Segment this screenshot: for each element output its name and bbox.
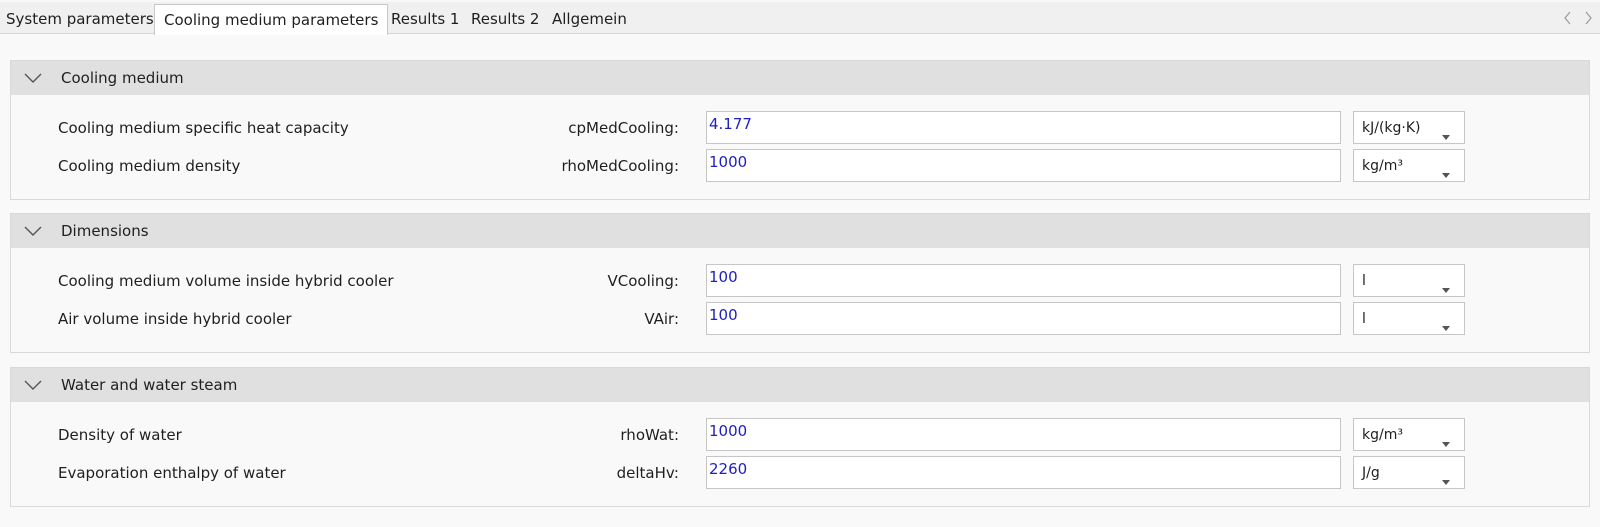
unit-dropdown[interactable]: kg/m³	[1353, 149, 1465, 182]
unit-dropdown[interactable]: kg/m³	[1353, 418, 1465, 451]
param-variable-name: cpMedCooling:	[568, 119, 679, 137]
group-header-water-and-water-steam[interactable]: Water and water steam	[11, 368, 1589, 402]
unit-value: kJ/(kg·K)	[1362, 120, 1421, 136]
unit-value: J/g	[1362, 465, 1380, 481]
chevron-right-icon[interactable]	[1582, 11, 1594, 25]
group-title: Cooling medium	[61, 69, 184, 87]
unit-dropdown[interactable]: l	[1353, 302, 1465, 335]
group-header-dimensions[interactable]: Dimensions	[11, 214, 1589, 248]
tab-cooling-medium-parameters[interactable]: Cooling medium parameters	[154, 4, 389, 35]
param-row-VAir: Air volume inside hybrid cooler VAir: l	[11, 302, 1589, 336]
param-label: Cooling medium volume inside hybrid cool…	[58, 272, 394, 290]
rhoWat-input[interactable]	[706, 418, 1341, 451]
group-title: Water and water steam	[61, 376, 238, 394]
unit-value: kg/m³	[1362, 158, 1403, 174]
unit-dropdown[interactable]: l	[1353, 264, 1465, 297]
param-label: Air volume inside hybrid cooler	[58, 310, 292, 328]
param-variable-name: rhoWat:	[620, 426, 679, 444]
dropdown-arrow-icon	[1442, 279, 1450, 293]
param-label: Evaporation enthalpy of water	[58, 464, 286, 482]
param-label: Density of water	[58, 426, 182, 444]
tab-results-1[interactable]: Results 1	[391, 5, 459, 33]
chevron-down-icon[interactable]	[23, 70, 43, 86]
rhoMedCooling-input[interactable]	[706, 149, 1341, 182]
group-cooling-medium: Cooling medium Cooling medium specific h…	[10, 60, 1590, 200]
param-variable-name: VCooling:	[607, 272, 679, 290]
param-row-VCooling: Cooling medium volume inside hybrid cool…	[11, 264, 1589, 298]
group-water-and-water-steam: Water and water steam Density of water r…	[10, 367, 1590, 507]
unit-value: l	[1362, 311, 1366, 327]
unit-value: kg/m³	[1362, 427, 1403, 443]
param-row-rhoWat: Density of water rhoWat: kg/m³	[11, 418, 1589, 452]
chevron-down-icon[interactable]	[23, 377, 43, 393]
param-variable-name: rhoMedCooling:	[561, 157, 679, 175]
cpMedCooling-input[interactable]	[706, 111, 1341, 144]
dropdown-arrow-icon	[1442, 164, 1450, 178]
param-label: Cooling medium density	[58, 157, 241, 175]
group-title: Dimensions	[61, 222, 149, 240]
unit-value: l	[1362, 273, 1366, 289]
unit-dropdown[interactable]: J/g	[1353, 456, 1465, 489]
unit-dropdown[interactable]: kJ/(kg·K)	[1353, 111, 1465, 144]
deltaHv-input[interactable]	[706, 456, 1341, 489]
tab-system-parameters[interactable]: System parameters	[6, 5, 154, 33]
param-variable-name: VAir:	[644, 310, 679, 328]
group-dimensions: Dimensions Cooling medium volume inside …	[10, 213, 1590, 353]
param-row-deltaHv: Evaporation enthalpy of water deltaHv: J…	[11, 456, 1589, 490]
VAir-input[interactable]	[706, 302, 1341, 335]
VCooling-input[interactable]	[706, 264, 1341, 297]
dropdown-arrow-icon	[1442, 126, 1450, 140]
param-label: Cooling medium specific heat capacity	[58, 119, 349, 137]
group-header-cooling-medium[interactable]: Cooling medium	[11, 61, 1589, 95]
chevron-left-icon[interactable]	[1562, 11, 1574, 25]
tab-results-2[interactable]: Results 2	[471, 5, 539, 33]
tab-allgemein[interactable]: Allgemein	[552, 5, 627, 33]
dropdown-arrow-icon	[1442, 471, 1450, 485]
tab-bar: System parameters Cooling medium paramet…	[0, 2, 1600, 35]
dropdown-arrow-icon	[1442, 317, 1450, 331]
param-variable-name: deltaHv:	[616, 464, 679, 482]
dropdown-arrow-icon	[1442, 433, 1450, 447]
param-row-rhoMedCooling: Cooling medium density rhoMedCooling: kg…	[11, 149, 1589, 183]
chevron-down-icon[interactable]	[23, 223, 43, 239]
param-row-cpMedCooling: Cooling medium specific heat capacity cp…	[11, 111, 1589, 145]
